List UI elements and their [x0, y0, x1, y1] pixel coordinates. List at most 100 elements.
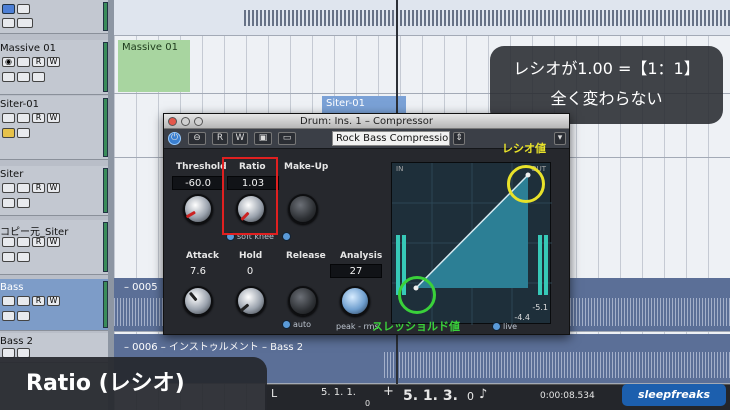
- sidechain-button[interactable]: ▭: [278, 132, 296, 145]
- mute-button[interactable]: [2, 296, 15, 306]
- write-button[interactable]: W: [47, 237, 60, 247]
- track-row[interactable]: Siter RW: [0, 166, 112, 216]
- rec-button[interactable]: R: [32, 296, 45, 306]
- analysis-knob[interactable]: [340, 286, 370, 316]
- toggle-icon: [282, 320, 291, 329]
- preset-field[interactable]: Rock Bass Compressio: [332, 131, 450, 146]
- edit-button[interactable]: [17, 128, 30, 138]
- live-toggle[interactable]: live: [492, 322, 517, 331]
- monitor-button[interactable]: [2, 252, 15, 262]
- makeup-auto-toggle[interactable]: [282, 232, 293, 241]
- ratio-callout: レシオ値: [502, 142, 546, 155]
- output-meter: [538, 235, 542, 295]
- close-icon[interactable]: [168, 117, 177, 126]
- threshold-knob[interactable]: [183, 194, 213, 224]
- ratio-handle-circle: [507, 165, 545, 203]
- annotation-line1: レシオが1.00 =【1：1】: [513, 59, 700, 78]
- mute-button[interactable]: [2, 113, 15, 123]
- write-button[interactable]: W: [232, 132, 248, 145]
- makeup-value[interactable]: [282, 176, 334, 190]
- preset-chevron-icon[interactable]: ⇕: [453, 132, 465, 145]
- write-button[interactable]: W: [47, 113, 60, 123]
- edit-button[interactable]: [17, 252, 30, 262]
- track-name[interactable]: コピー元_Siter: [0, 223, 68, 238]
- lanes-button[interactable]: [17, 18, 33, 28]
- plugin-title-bar[interactable]: Drum: Ins. 1 – Compressor: [164, 114, 569, 129]
- track-name[interactable]: Siter-01: [0, 99, 39, 110]
- track-name[interactable]: Bass 2: [0, 336, 33, 347]
- track-row[interactable]: [0, 0, 112, 34]
- mute-button[interactable]: ◉: [2, 57, 15, 67]
- hold-knob[interactable]: [236, 286, 266, 316]
- lane-0006-label: – 0006 – インストゥルメント – Bass 2: [124, 342, 304, 353]
- power-icon[interactable]: ⏻: [168, 132, 181, 145]
- graph-in-label: IN: [396, 165, 404, 173]
- hold-value[interactable]: 0: [224, 264, 276, 278]
- solo-button[interactable]: [17, 296, 30, 306]
- position-display[interactable]: 5. 1. 3.: [403, 388, 458, 404]
- solo-button[interactable]: [17, 183, 30, 193]
- write-button[interactable]: W: [47, 296, 60, 306]
- release-auto-toggle[interactable]: auto: [282, 320, 311, 329]
- track-row[interactable]: Bass RW: [0, 279, 112, 331]
- track-row[interactable]: コピー元_Siter RW: [0, 220, 112, 275]
- bypass-button[interactable]: ⊖: [188, 132, 206, 145]
- makeup-knob[interactable]: [288, 194, 318, 224]
- edit-button[interactable]: [17, 311, 30, 321]
- zoom-icon[interactable]: [194, 117, 203, 126]
- rec-button[interactable]: R: [32, 237, 45, 247]
- midi-part-siter[interactable]: Siter-01: [322, 96, 406, 114]
- track-name[interactable]: Bass: [0, 282, 23, 293]
- lane-audio[interactable]: [114, 0, 730, 36]
- release-knob[interactable]: [288, 286, 318, 316]
- add-icon[interactable]: +: [383, 384, 394, 399]
- caption-box: Ratio (レシオ): [0, 357, 267, 410]
- track-row[interactable]: Massive 01 ◉ R W: [0, 40, 112, 95]
- minimize-icon[interactable]: [181, 117, 190, 126]
- eq-button[interactable]: [32, 72, 45, 82]
- write-button[interactable]: W: [47, 183, 60, 193]
- solo-button[interactable]: [17, 57, 30, 67]
- freeze-button[interactable]: [2, 18, 15, 28]
- locator-icon[interactable]: L: [271, 387, 277, 400]
- solo-button[interactable]: [17, 113, 30, 123]
- toggle-icon: [282, 232, 291, 241]
- monitor-button[interactable]: [2, 198, 15, 208]
- threshold-handle-circle: [398, 276, 436, 314]
- threshold-label: Threshold: [176, 162, 227, 172]
- solo-button[interactable]: [17, 237, 30, 247]
- monitor-button[interactable]: [2, 4, 15, 14]
- makeup-label: Make-Up: [284, 162, 329, 172]
- edit-button[interactable]: [17, 198, 30, 208]
- mute-button[interactable]: [2, 237, 15, 247]
- hold-label: Hold: [239, 251, 263, 261]
- rec-button[interactable]: R: [32, 57, 45, 67]
- menu-icon[interactable]: ▾: [554, 132, 566, 145]
- analysis-value[interactable]: 27: [330, 264, 382, 278]
- rec-button[interactable]: R: [32, 113, 45, 123]
- threshold-value[interactable]: -60.0: [172, 176, 224, 190]
- track-name[interactable]: Massive 01: [0, 43, 56, 54]
- release-label: Release: [286, 251, 326, 261]
- threshold-callout: スレッショルド値: [372, 320, 460, 333]
- compare-button[interactable]: ▣: [254, 132, 272, 145]
- midi-part-massive[interactable]: Massive 01: [118, 40, 190, 92]
- edit-button[interactable]: [17, 4, 30, 14]
- monitor-button[interactable]: [2, 72, 15, 82]
- sleepfreaks-logo: sleepfreaks: [622, 384, 726, 406]
- monitor-button[interactable]: [2, 311, 15, 321]
- left-locator[interactable]: 5. 1. 1.: [321, 387, 356, 398]
- track-name[interactable]: Siter: [0, 169, 23, 180]
- lock-button[interactable]: [2, 128, 15, 138]
- time-display[interactable]: 0:00:08.534: [540, 391, 595, 401]
- track-row[interactable]: Siter-01 RW: [0, 96, 112, 160]
- write-button[interactable]: W: [47, 57, 60, 67]
- attack-value[interactable]: 7.6: [172, 264, 224, 278]
- left-locator-sub: 0: [365, 399, 371, 408]
- attack-knob[interactable]: [183, 286, 213, 316]
- rec-button[interactable]: R: [32, 183, 45, 193]
- edit-button[interactable]: [17, 72, 30, 82]
- mute-button[interactable]: [2, 183, 15, 193]
- read-button[interactable]: R: [212, 132, 228, 145]
- analysis-label: Analysis: [340, 251, 383, 261]
